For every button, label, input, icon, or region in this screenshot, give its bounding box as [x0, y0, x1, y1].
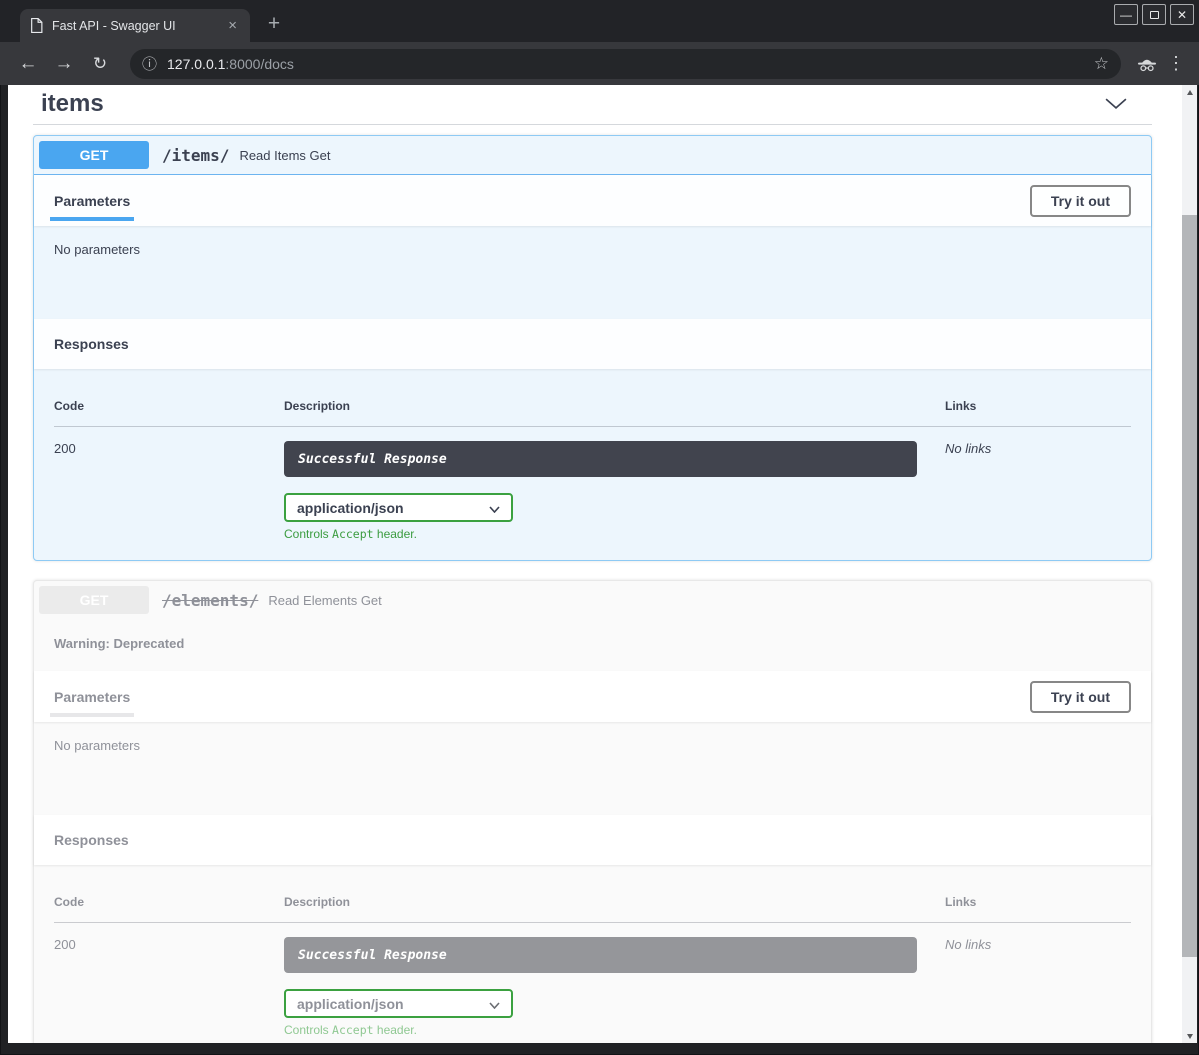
scroll-up-arrow[interactable]: [1182, 85, 1197, 99]
browser-toolbar: ← → ↻ ⓘ 127.0.0.1:8000/docs ☆ ⋮: [0, 42, 1199, 85]
code-column-header: Code: [54, 399, 284, 413]
response-code: 200: [54, 937, 284, 1037]
site-info-icon[interactable]: ⓘ: [142, 53, 157, 74]
endpoint-path: /elements/: [162, 591, 258, 610]
tag-section-header[interactable]: items: [33, 87, 1152, 125]
endpoint-description: Read Items Get: [239, 148, 330, 163]
no-parameters-text: No parameters: [54, 242, 140, 257]
responses-table-header: Code Description Links: [54, 399, 1131, 427]
response-code: 200: [54, 441, 284, 541]
chevron-down-icon: [489, 996, 500, 1012]
responses-header: Responses: [34, 319, 1151, 369]
media-type-select[interactable]: application/json: [284, 989, 513, 1018]
endpoint-path: /items/: [162, 146, 229, 165]
links-column-header: Links: [945, 895, 1131, 909]
response-links: No links: [945, 441, 1131, 541]
new-tab-button[interactable]: +: [260, 10, 288, 38]
incognito-icon: [1135, 56, 1159, 72]
no-parameters-text: No parameters: [54, 738, 140, 753]
chevron-down-icon[interactable]: [1105, 98, 1127, 109]
responses-body: Code Description Links 200 Successful Re…: [34, 369, 1151, 560]
tab-parameters[interactable]: Parameters: [54, 193, 130, 209]
section-title: items: [41, 90, 104, 118]
parameters-body: No parameters: [34, 226, 1151, 319]
tab-title: Fast API - Swagger UI: [52, 19, 225, 33]
url-path: :8000/docs: [225, 56, 294, 72]
responses-title: Responses: [54, 832, 129, 848]
responses-body: Code Description Links 200 Successful Re…: [34, 865, 1151, 1043]
page-favicon-icon: [30, 18, 43, 33]
endpoint-description: Read Elements Get: [268, 593, 381, 608]
browser-tab[interactable]: Fast API - Swagger UI ×: [20, 9, 250, 42]
endpoint-get-items: GET /items/ Read Items Get Parameters Tr…: [33, 135, 1152, 561]
deprecated-warning: Warning: Deprecated: [34, 620, 1151, 671]
response-description-cell: Successful Response application/json Con…: [284, 441, 945, 541]
response-description-box: Successful Response: [284, 441, 917, 477]
response-description-box: Successful Response: [284, 937, 917, 973]
responses-header: Responses: [34, 815, 1151, 865]
code-column-header: Code: [54, 895, 284, 909]
forward-icon[interactable]: →: [50, 53, 78, 75]
accept-header-hint: Controls Accept header.: [284, 527, 945, 541]
try-it-out-button[interactable]: Try it out: [1030, 185, 1131, 217]
tab-parameters[interactable]: Parameters: [54, 689, 130, 705]
reload-icon[interactable]: ↻: [86, 54, 114, 74]
endpoint-summary[interactable]: GET /items/ Read Items Get: [34, 136, 1151, 175]
endpoint-body: Warning: Deprecated Parameters Try it ou…: [34, 620, 1151, 1043]
minimize-button[interactable]: —: [1114, 4, 1138, 25]
url-host: 127.0.0.1: [167, 56, 225, 72]
triangle-down-icon: [1187, 1034, 1193, 1039]
endpoint-body: Parameters Try it out No parameters Resp…: [34, 175, 1151, 560]
address-bar[interactable]: ⓘ 127.0.0.1:8000/docs ☆: [130, 49, 1121, 79]
accept-header-hint: Controls Accept header.: [284, 1023, 945, 1037]
media-type-select[interactable]: application/json: [284, 493, 513, 522]
page-content: items GET /items/ Read Items Get Paramet…: [8, 85, 1182, 1043]
response-row: 200 Successful Response application/json: [54, 923, 1131, 1037]
url-text: 127.0.0.1:8000/docs: [167, 56, 294, 72]
parameters-body: No parameters: [34, 722, 1151, 815]
links-column-header: Links: [945, 399, 1131, 413]
maximize-icon: [1150, 11, 1159, 19]
triangle-up-icon: [1187, 90, 1193, 95]
method-badge: GET: [39, 586, 149, 614]
parameters-header: Parameters Try it out: [34, 671, 1151, 722]
response-description-cell: Successful Response application/json Con…: [284, 937, 945, 1037]
chevron-down-icon: [489, 500, 500, 516]
browser-menu-icon[interactable]: ⋮: [1165, 53, 1187, 74]
bookmark-star-icon[interactable]: ☆: [1094, 54, 1109, 74]
browser-titlebar: Fast API - Swagger UI × + — ✕: [0, 0, 1199, 42]
description-column-header: Description: [284, 895, 945, 909]
back-icon[interactable]: ←: [14, 53, 42, 75]
response-links: No links: [945, 937, 1131, 1037]
page-scrollbar[interactable]: [1182, 85, 1197, 1043]
window-controls: — ✕: [1114, 4, 1194, 25]
maximize-button[interactable]: [1142, 4, 1166, 25]
close-button[interactable]: ✕: [1170, 4, 1194, 25]
response-row: 200 Successful Response application/json: [54, 427, 1131, 541]
scroll-down-arrow[interactable]: [1182, 1029, 1197, 1043]
endpoint-summary[interactable]: GET /elements/ Read Elements Get: [34, 581, 1151, 620]
try-it-out-button[interactable]: Try it out: [1030, 681, 1131, 713]
scrollbar-thumb[interactable]: [1182, 215, 1197, 957]
endpoint-get-elements-deprecated: GET /elements/ Read Elements Get Warning…: [33, 580, 1152, 1043]
parameters-header: Parameters Try it out: [34, 175, 1151, 226]
browser-window: Fast API - Swagger UI × + — ✕ ← → ↻ ⓘ 12…: [0, 0, 1199, 1055]
description-column-header: Description: [284, 399, 945, 413]
method-badge: GET: [39, 141, 149, 169]
responses-table-header: Code Description Links: [54, 895, 1131, 923]
tab-close-icon[interactable]: ×: [225, 18, 240, 33]
responses-title: Responses: [54, 336, 129, 352]
